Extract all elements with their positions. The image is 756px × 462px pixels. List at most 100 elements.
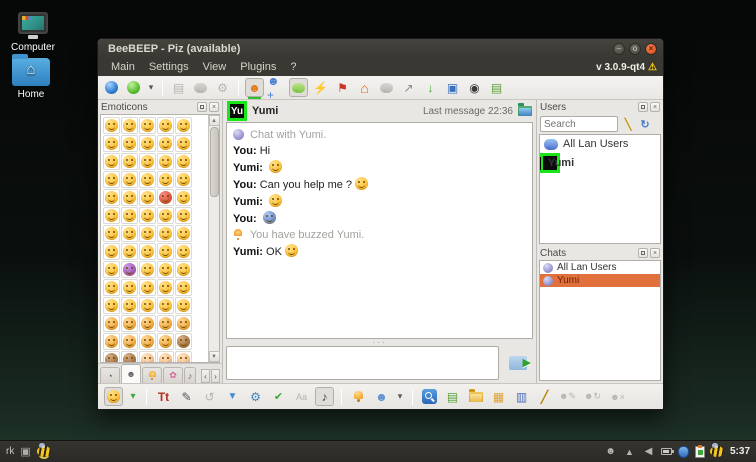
emoji-button[interactable] bbox=[120, 188, 138, 206]
toolbar-button[interactable] bbox=[289, 78, 308, 97]
emoji-button[interactable] bbox=[174, 296, 192, 314]
emoji-button[interactable] bbox=[156, 224, 174, 242]
toolbar-button[interactable]: ⚑ bbox=[333, 78, 352, 97]
emoji-button[interactable] bbox=[120, 206, 138, 224]
toolbar-button[interactable]: ⚙ bbox=[213, 78, 232, 97]
toolbar-button[interactable] bbox=[162, 79, 163, 96]
toolbar-button[interactable] bbox=[238, 79, 239, 96]
chatbar-button[interactable]: ↺ bbox=[200, 387, 219, 406]
chatbar-button[interactable] bbox=[146, 388, 147, 405]
emoji-button[interactable] bbox=[156, 206, 174, 224]
emoji-button[interactable] bbox=[120, 314, 138, 332]
menu-item[interactable]: Settings bbox=[142, 61, 196, 73]
emoji-button[interactable] bbox=[102, 296, 120, 314]
emoji-button[interactable] bbox=[102, 314, 120, 332]
emoji-button[interactable] bbox=[174, 350, 192, 362]
emoji-button[interactable] bbox=[138, 350, 156, 362]
desktop-icon-computer[interactable]: Computer bbox=[2, 12, 64, 53]
chatbar-button[interactable]: ╱ bbox=[535, 387, 554, 406]
float-panel-button[interactable] bbox=[638, 248, 648, 258]
chatbar-button[interactable]: ☻ bbox=[372, 387, 391, 406]
emoji-button[interactable] bbox=[138, 260, 156, 278]
emoji-button[interactable] bbox=[156, 116, 174, 134]
menu-item[interactable]: View bbox=[196, 61, 234, 73]
group-button-disabled[interactable]: ☻↻ bbox=[583, 387, 602, 406]
toolbar-button[interactable] bbox=[102, 78, 121, 97]
group-button-disabled[interactable]: ☻× bbox=[608, 387, 627, 406]
toolbar-button[interactable]: ▾ bbox=[146, 78, 156, 97]
emoji-button[interactable] bbox=[102, 170, 120, 188]
tray-icon[interactable]: ☻ bbox=[604, 445, 617, 458]
emoji-button[interactable] bbox=[138, 314, 156, 332]
toolbar-button[interactable]: ▤ bbox=[487, 78, 506, 97]
chatbar-button[interactable]: ▤ bbox=[443, 387, 462, 406]
emoticons-scrollbar[interactable]: ▲ ▼ bbox=[208, 115, 220, 362]
desktop-icon-home[interactable]: Home bbox=[0, 54, 62, 100]
emoji-button[interactable] bbox=[174, 332, 192, 350]
user-list-item[interactable]: All Lan Users bbox=[540, 135, 660, 153]
emoticon-tab[interactable]: ◔ bbox=[100, 367, 120, 383]
toolbar-button[interactable]: ↓ bbox=[421, 78, 440, 97]
group-button-disabled[interactable]: ☻✎ bbox=[558, 387, 577, 406]
emoji-button[interactable] bbox=[156, 314, 174, 332]
emoji-button[interactable] bbox=[156, 278, 174, 296]
window-control-button[interactable]: × bbox=[645, 42, 657, 55]
emoji-button[interactable] bbox=[120, 116, 138, 134]
emoji-button[interactable] bbox=[120, 152, 138, 170]
chatbar-button[interactable]: Tt bbox=[154, 387, 173, 406]
emoji-button[interactable] bbox=[138, 296, 156, 314]
chat-folder-icon[interactable] bbox=[518, 103, 532, 116]
emoji-button[interactable] bbox=[138, 278, 156, 296]
menu-item[interactable]: Plugins bbox=[233, 61, 283, 73]
close-panel-button[interactable]: × bbox=[650, 248, 660, 258]
emoji-button[interactable] bbox=[156, 188, 174, 206]
float-panel-button[interactable] bbox=[638, 102, 648, 112]
tab-scroll-left[interactable]: ‹ bbox=[201, 369, 210, 383]
emoji-button[interactable] bbox=[102, 152, 120, 170]
scroll-up-arrow[interactable]: ▲ bbox=[208, 115, 220, 126]
emoji-button[interactable] bbox=[174, 260, 192, 278]
emoticon-tab[interactable]: ☻ bbox=[121, 364, 141, 383]
chatbar-button[interactable]: ✔ bbox=[269, 387, 288, 406]
emoji-button[interactable] bbox=[138, 152, 156, 170]
warning-icon[interactable]: ⚠ bbox=[648, 62, 657, 73]
search-input[interactable] bbox=[540, 116, 618, 132]
emoji-button[interactable] bbox=[174, 224, 192, 242]
beebeep-task-button[interactable] bbox=[36, 443, 51, 457]
chatbar-button[interactable]: ▦ bbox=[489, 387, 508, 406]
emoji-button[interactable] bbox=[156, 134, 174, 152]
tray-icon[interactable]: ◀ bbox=[642, 445, 655, 458]
emoji-button[interactable] bbox=[156, 296, 174, 314]
emoticon-tab[interactable]: ✿ bbox=[163, 367, 183, 383]
message-history[interactable]: Chat with Yumi. You: Hi Yumi: You: Can you… bbox=[226, 122, 533, 339]
toolbar-button[interactable] bbox=[191, 78, 210, 97]
emoji-button[interactable] bbox=[120, 170, 138, 188]
toolbar-button[interactable]: ⚡ bbox=[311, 78, 330, 97]
send-message-button[interactable] bbox=[503, 346, 533, 380]
emoji-button[interactable] bbox=[120, 224, 138, 242]
window-control-button[interactable]: – bbox=[613, 42, 625, 55]
toolbar-button[interactable]: ↗ bbox=[399, 78, 418, 97]
emoji-button[interactable] bbox=[156, 170, 174, 188]
chatbar-button[interactable] bbox=[349, 387, 368, 406]
tray-icon[interactable] bbox=[660, 448, 674, 455]
emoji-button[interactable] bbox=[102, 134, 120, 152]
chat-list-item[interactable]: Yumi bbox=[540, 274, 660, 287]
emoji-button[interactable] bbox=[174, 152, 192, 170]
toolbar-button[interactable]: ☻ bbox=[245, 78, 264, 97]
emoji-button[interactable] bbox=[156, 350, 174, 362]
emoji-button[interactable] bbox=[138, 188, 156, 206]
emoticon-tab[interactable]: ♪ bbox=[184, 367, 196, 383]
emoji-button[interactable] bbox=[102, 116, 120, 134]
emoji-button[interactable] bbox=[138, 170, 156, 188]
taskbar-clock[interactable]: 5:37 bbox=[730, 446, 750, 457]
tray-icon[interactable] bbox=[694, 444, 705, 458]
titlebar[interactable]: BeeBEEP - Piz (available) – o × bbox=[98, 39, 663, 58]
emoji-button[interactable] bbox=[138, 242, 156, 260]
close-panel-button[interactable]: × bbox=[209, 102, 219, 112]
emoji-button[interactable] bbox=[120, 260, 138, 278]
user-list-item[interactable]: Yu Yumi bbox=[540, 153, 574, 173]
emoji-button[interactable] bbox=[138, 206, 156, 224]
close-panel-button[interactable]: × bbox=[650, 102, 660, 112]
chatbar-button[interactable] bbox=[466, 387, 485, 406]
